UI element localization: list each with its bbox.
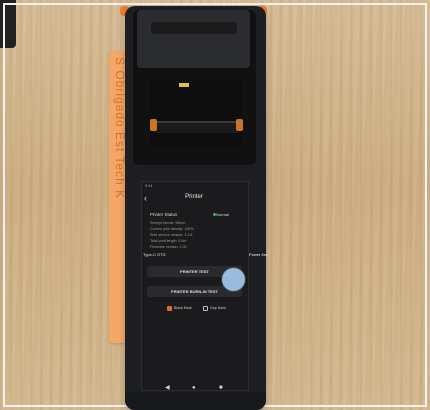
info-line: Firmware version: 1.00 — [150, 245, 187, 249]
info-line: Receipt format: 58mm — [150, 221, 186, 225]
paper-bay — [150, 80, 242, 148]
gap-mark-label: Gap Mark — [210, 306, 226, 310]
yellow-label — [179, 83, 189, 87]
nav-home-icon[interactable]: ● — [192, 385, 196, 391]
info-line: Print service version: 3.3.8 — [150, 233, 193, 237]
info-line: Total print length: 0.0m — [150, 239, 187, 243]
lid-roller — [151, 22, 237, 34]
paper-roller — [154, 121, 238, 133]
floating-assistive-bubble[interactable] — [222, 268, 245, 291]
printer-lid — [137, 10, 250, 68]
gap-mark-checkbox[interactable] — [203, 306, 208, 311]
roller-cog-left — [150, 119, 157, 131]
usb-port-label: Type-C OTG — [143, 252, 166, 257]
nav-back-icon[interactable]: ◀ — [165, 385, 170, 391]
power-key-label: Power Key — [249, 252, 269, 257]
printer-status-label: Printer Status — [150, 212, 178, 217]
status-bar-time: 9:41 — [145, 183, 153, 188]
back-arrow-icon[interactable]: ‹ — [144, 194, 147, 203]
device-bottom — [125, 392, 266, 410]
page-title: Printer — [185, 194, 203, 200]
printer-status-value: Normal — [216, 212, 229, 217]
black-mark-checkbox[interactable] — [167, 306, 172, 311]
nav-recent-icon[interactable]: ■ — [219, 385, 223, 391]
info-line: Current print density: 100% — [150, 227, 194, 231]
black-mark-label: Black Mark — [174, 306, 192, 310]
photo-scene: S Obrigado Est Tech K 9:41 ‹ Printer Pri… — [0, 0, 430, 410]
roller-cog-right — [236, 119, 243, 131]
